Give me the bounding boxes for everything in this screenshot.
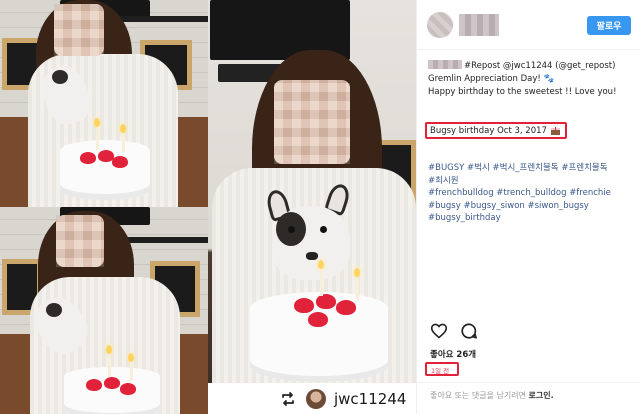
caption-line-2: Gremlin Appreciation Day! 🐾 bbox=[428, 74, 555, 84]
timestamp-highlight: 1일 전 bbox=[425, 362, 459, 376]
photo-tile-main bbox=[208, 0, 416, 414]
birthday-date-text: Bugsy birthday Oct 3, 2017 bbox=[430, 125, 547, 136]
hashtag-line[interactable]: #frenchbulldog #trench_bulldog #frenchie bbox=[428, 187, 633, 200]
repost-watermark: jwc11244 bbox=[208, 383, 416, 414]
comment-login-prompt: 좋아요 또는 댓글을 남기려면 로그인. bbox=[430, 390, 554, 401]
birthday-date-highlight: Bugsy birthday Oct 3, 2017 bbox=[425, 122, 567, 139]
caption-username-blurred[interactable] bbox=[428, 60, 462, 69]
heart-icon[interactable] bbox=[430, 322, 448, 340]
caption-repost-text: #Repost @jwc11244 (@get_repost) bbox=[464, 61, 616, 71]
hashtag-line[interactable]: #BUGSY #벅시 #벅시_프렌치불독 #프렌치불독 bbox=[428, 162, 633, 175]
hashtag-line[interactable]: #bugsy_birthday bbox=[428, 212, 633, 225]
repost-icon bbox=[278, 389, 298, 409]
post-actions bbox=[430, 322, 478, 340]
comment-icon[interactable] bbox=[460, 322, 478, 340]
username-blurred[interactable] bbox=[459, 14, 499, 36]
caption-line-3: Happy birthday to the sweetest !! Love y… bbox=[428, 87, 617, 97]
follow-button[interactable]: 팔로우 bbox=[587, 16, 631, 35]
likes-count[interactable]: 좋아요 26개 bbox=[430, 348, 476, 360]
hashtag-list: #BUGSY #벅시 #벅시_프렌치불독 #프렌치불독 #최시원 #french… bbox=[428, 162, 633, 225]
photo-tile-bottom-left bbox=[0, 207, 208, 414]
repost-avatar bbox=[306, 388, 326, 409]
login-link[interactable]: 로그인. bbox=[529, 391, 554, 400]
divider bbox=[416, 382, 640, 383]
comment-prompt-text: 좋아요 또는 댓글을 남기려면 bbox=[430, 391, 526, 400]
caption-repost-line: #Repost @jwc11244 (@get_repost) bbox=[428, 60, 633, 73]
photo-tile-top-left bbox=[0, 0, 208, 207]
post-caption: #Repost @jwc11244 (@get_repost) Gremlin … bbox=[428, 60, 633, 99]
repost-username: jwc11244 bbox=[334, 389, 407, 408]
timestamp[interactable]: 1일 전 bbox=[431, 365, 449, 375]
photo-collage: jwc11244 bbox=[0, 0, 416, 414]
hashtag-line[interactable]: #최시원 bbox=[428, 175, 633, 188]
hashtag-line[interactable]: #bugsy #bugsy_siwon #siwon_bugsy bbox=[428, 200, 633, 213]
post-header: 팔로우 bbox=[417, 0, 640, 50]
birthday-cake-icon bbox=[550, 126, 560, 135]
avatar[interactable] bbox=[427, 12, 453, 38]
